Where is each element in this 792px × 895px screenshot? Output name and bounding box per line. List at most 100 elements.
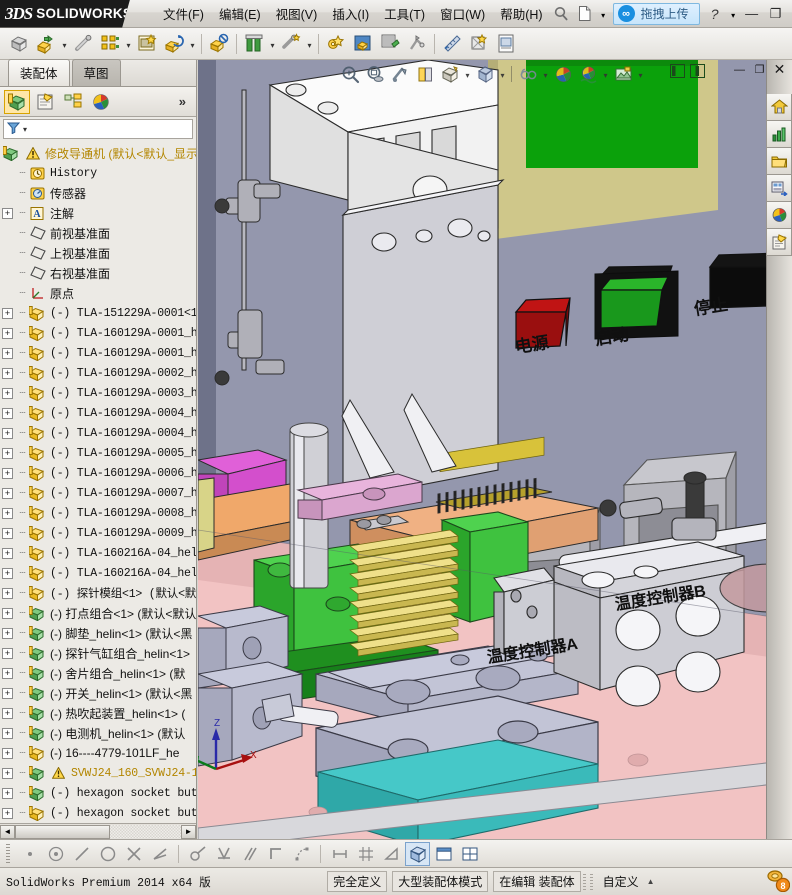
tree-item-part[interactable]: +┄(-) TLA-160129A-0004_helin [0,423,196,443]
tree-item-part[interactable]: +┄(-) TLA-160129A-0006_helin [0,463,196,483]
sketch-relation-parallel-icon[interactable] [237,842,262,866]
sketch-relation-point-icon[interactable] [17,842,42,866]
section-view-icon[interactable] [413,63,437,85]
tab-assembly[interactable]: 装配体 [8,59,70,86]
pin-icon[interactable] [550,3,572,25]
expand-toggle[interactable]: + [2,547,13,559]
tree-item-part[interactable]: +┄(-) TLA-160129A-0008_helin [0,503,196,523]
status-coin-icon[interactable]: 8 [766,868,791,895]
dimension-icon[interactable] [327,842,352,866]
expand-toggle[interactable]: + [2,587,13,599]
expand-toggle[interactable]: + [2,667,13,679]
taskpane-appearances-scenes-icon[interactable] [766,202,792,229]
sketch-relation-line-icon[interactable] [69,842,94,866]
document-restore-button[interactable]: ❐ [751,62,768,77]
view-orientation-dropdown[interactable]: ▾ [463,63,472,85]
tree-item-subassembly-warning[interactable]: +┄ SVWJ24_160_SVWJ24-160 [0,763,196,783]
property-manager-icon[interactable] [32,90,58,114]
toolbar-move-component-dropdown[interactable]: ▾ [188,31,197,57]
new-document-dropdown-icon[interactable]: ▾ [598,3,609,25]
toolbar-new-motion-study-icon[interactable] [278,31,304,57]
view-orientation-icon[interactable] [438,63,462,85]
expand-toggle[interactable]: + [2,407,13,419]
expand-toggle[interactable]: + [2,327,13,339]
netdisk-upload-button[interactable]: ∞ 拖拽上传 [612,2,700,25]
status-customize-caret[interactable]: ▲ [647,877,655,886]
expand-toggle[interactable]: + [2,607,13,619]
document-close-button[interactable]: ✕ [771,61,788,77]
tree-item-part[interactable]: +┄(-) TLA-160129A-0001_helin [0,323,196,343]
split-left-icon[interactable] [670,64,685,81]
sketch-relation-tangent-icon[interactable] [185,842,210,866]
sketch-relation-corner-icon[interactable] [263,842,288,866]
feature-tree[interactable]: 修改导通机 (默认<默认_显示 ┄ History ┄ 传感器 + ┄ A 注解… [0,141,196,823]
taskpane-design-library-icon[interactable] [766,121,792,148]
tree-item-part[interactable]: +┄(-) TLA-160129A-0004_helin [0,403,196,423]
toolbar-mate-icon[interactable] [70,31,96,57]
tree-item-part[interactable]: +┄(-) hexagon socket button [0,803,196,823]
tree-item-front-plane[interactable]: ┄ 前视基准面 [0,223,196,243]
tree-item-annotations[interactable]: + ┄ A 注解 [0,203,196,223]
tree-item-part[interactable]: +┄(-) TLA-160129A-0009_helin [0,523,196,543]
taskpane-file-explorer-icon[interactable] [766,148,792,175]
filter-dropdown-icon[interactable]: ▾ [23,125,27,134]
sketch-relation-intersection-icon[interactable] [121,842,146,866]
toolbar-section-properties-icon[interactable] [466,31,492,57]
grid-icon[interactable] [353,842,378,866]
sketch-relation-circle-icon[interactable] [95,842,120,866]
toolbar-move-component-icon[interactable] [161,31,187,57]
expand-toggle[interactable]: + [2,347,13,359]
tree-item-subassembly[interactable]: + ┄ (-) 电测机_helin<1> (默认 [0,723,196,743]
expand-toggle[interactable]: + [2,687,13,699]
expand-toggle[interactable]: + [2,747,13,759]
sketch-relation-angle-icon[interactable] [147,842,172,866]
tree-item-part[interactable]: +┄(-) TLA-160129A-0003_helin [0,383,196,403]
display-style-dropdown[interactable]: ▾ [498,63,507,85]
help-icon[interactable]: ? [704,3,726,25]
toolbar-bill-of-materials-icon[interactable] [323,31,349,57]
expand-toggle[interactable]: + [2,427,13,439]
toolbar-reference-geometry-dropdown[interactable]: ▾ [268,31,277,57]
toolbar-reference-geometry-icon[interactable] [241,31,267,57]
window-restore-button[interactable]: ❐ [765,5,787,23]
expand-toggle[interactable]: + [2,567,13,579]
toolbar-smart-fasteners-icon[interactable] [134,31,160,57]
toolbar-interference-detection-icon[interactable] [377,31,403,57]
expand-toggle[interactable]: + [2,487,13,499]
taskpane-custom-properties-icon[interactable] [766,229,792,256]
toolbar-insert-components-dropdown[interactable]: ▾ [60,31,69,57]
expand-toggle[interactable]: + [2,387,13,399]
menu-view[interactable]: 视图(V) [269,0,325,27]
tree-item-part[interactable]: + ┄ (-) 探针模组<1> (默认<默认 [0,583,196,603]
hide-show-items-dropdown[interactable]: ▾ [541,63,550,85]
feature-manager-overflow-icon[interactable]: » [179,94,192,109]
sketch-relation-concentric-icon[interactable] [43,842,68,866]
tree-item-part[interactable]: +┄(-) TLA-160216A-04_helin< [0,543,196,563]
menu-window[interactable]: 窗口(W) [433,0,492,27]
configuration-manager-icon[interactable] [60,90,86,114]
apply-scene-dropdown[interactable]: ▾ [601,63,610,85]
toolbar-drawing-icon[interactable] [493,31,519,57]
tree-item-right-plane[interactable]: ┄ 右视基准面 [0,263,196,283]
display-four-view-icon[interactable] [457,842,482,866]
tree-item-subassembly[interactable]: + ┄ (-) 舍片组合_helin<1> (默 [0,663,196,683]
tree-item-subassembly[interactable]: + ┄ (-) 脚垫_helin<1> (默认<黑 [0,623,196,643]
view-settings-dropdown[interactable]: ▾ [636,63,645,85]
sketch-relation-perpendicular-icon[interactable] [211,842,236,866]
expand-toggle[interactable]: + [2,507,13,519]
scroll-right-arrow-icon[interactable]: ► [181,824,196,839]
sketch-relation-spline-icon[interactable] [289,842,314,866]
tree-root-assembly[interactable]: 修改导通机 (默认<默认_显示 [0,143,196,163]
graphics-viewport[interactable]: 电源 启动 停止 复位 温度控制器A 温度控制器B Z X Y [198,60,792,839]
tree-item-history[interactable]: ┄ History [0,163,196,183]
zoom-to-fit-icon[interactable] [338,63,362,85]
tree-item-origin[interactable]: ┄ 原点 [0,283,196,303]
toolbar-measure-icon[interactable] [439,31,465,57]
toolbar-exploded-view-icon[interactable] [350,31,376,57]
triangle-icon[interactable] [379,842,404,866]
expand-toggle[interactable]: + [2,647,13,659]
tree-item-part[interactable]: +┄(-) TLA-160129A-0002_helin [0,363,196,383]
tree-item-subassembly[interactable]: +┄ (-) hexagon socket button [0,783,196,803]
expand-toggle[interactable]: + [2,627,13,639]
view-settings-icon[interactable] [611,63,635,85]
